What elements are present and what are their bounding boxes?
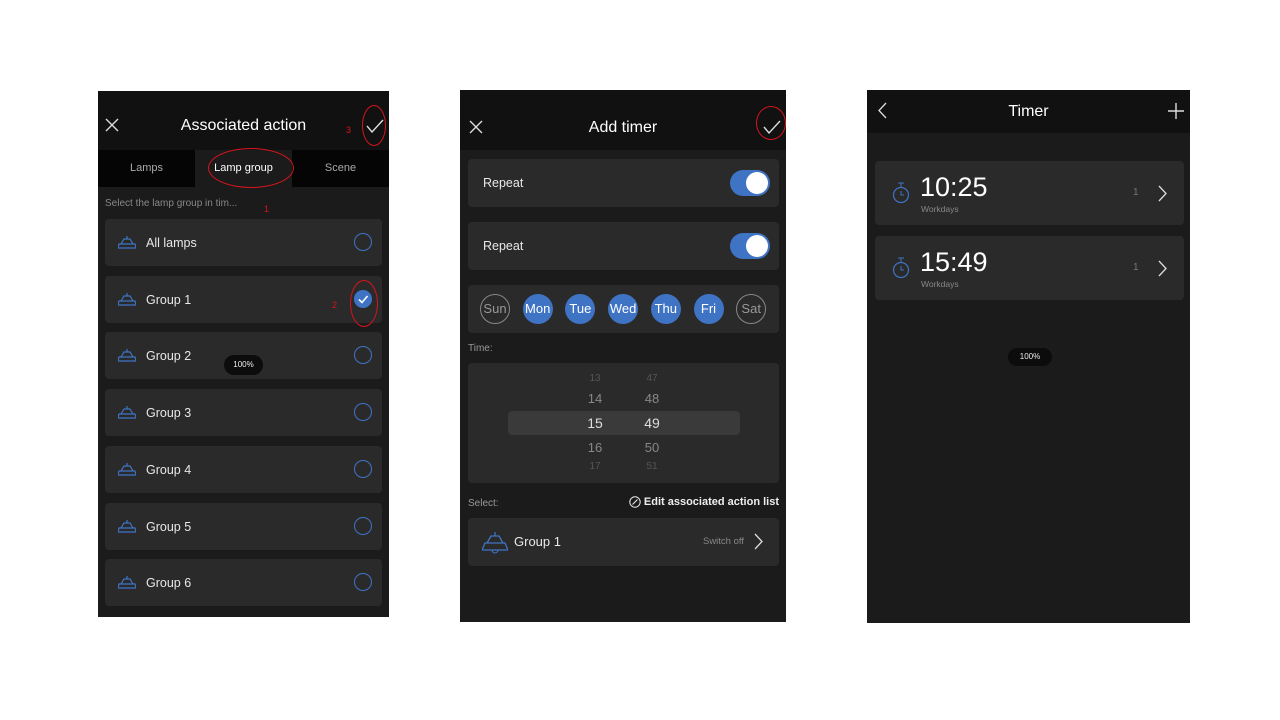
lamp-group-icon	[118, 575, 136, 591]
header: Timer	[867, 90, 1190, 133]
add-icon[interactable]	[1168, 103, 1184, 119]
repeat-label: Repeat	[483, 176, 524, 190]
weekday-selector: Sun Mon Tue Wed Thu Fri Sat	[468, 285, 779, 333]
annotation-ellipse-confirm	[362, 105, 386, 146]
repeat-row-2: Repeat	[468, 222, 779, 270]
hour-15[interactable]: 15	[580, 415, 610, 431]
radio-button[interactable]	[354, 459, 372, 478]
minute-49[interactable]: 49	[637, 415, 667, 431]
lamp-group-icon	[118, 235, 136, 251]
radio-button[interactable]	[354, 516, 372, 535]
annotation-number-2: 2	[332, 300, 338, 310]
edit-link-text: Edit associated action list	[643, 496, 779, 508]
timer-screen: Timer 10:25 Workdays 1 15:49 Workdays 1 …	[867, 90, 1190, 623]
zoom-toast: 100%	[1008, 348, 1052, 366]
annotation-circle-confirm	[756, 106, 786, 140]
day-wed[interactable]: Wed	[608, 294, 639, 324]
item-label: Group 3	[146, 406, 192, 421]
list-item[interactable]: Group 1	[105, 275, 382, 323]
radio-button[interactable]	[354, 573, 372, 592]
timer-time: 15:49	[920, 247, 988, 277]
hour-17[interactable]: 17	[580, 461, 610, 471]
annotation-number-1: 1	[264, 204, 270, 214]
hint-text: Select the lamp group in tim...	[105, 198, 238, 209]
lamp-group-icon	[482, 532, 508, 554]
header: Associated action	[98, 91, 389, 150]
item-label: Group 5	[146, 519, 192, 534]
list-item[interactable]: Group 5	[105, 502, 382, 550]
day-tue[interactable]: Tue	[565, 294, 596, 324]
day-fri[interactable]: Fri	[693, 294, 724, 324]
repeat-toggle[interactable]	[730, 233, 770, 259]
timer-item[interactable]: 10:25 Workdays 1	[875, 161, 1184, 225]
radio-button[interactable]	[354, 233, 372, 251]
select-label: Select:	[468, 498, 499, 509]
day-thu[interactable]: Thu	[650, 294, 681, 324]
timer-time: 10:25	[920, 172, 988, 202]
lamp-group-icon	[118, 405, 136, 421]
tab-lamps[interactable]: Lamps	[98, 150, 195, 187]
time-label: Time:	[468, 343, 493, 354]
timer-repeat: Workdays	[921, 279, 959, 289]
list-item[interactable]: All lamps	[105, 219, 382, 266]
action-value: Switch off	[702, 536, 744, 547]
list-item[interactable]: Group 6	[105, 559, 382, 607]
minute-50[interactable]: 50	[637, 440, 667, 455]
edit-icon	[629, 496, 641, 508]
stopwatch-icon	[892, 182, 910, 204]
item-label: Group 6	[146, 576, 192, 591]
item-label: Group 1	[146, 292, 192, 307]
lamp-group-icon	[118, 292, 136, 308]
annotation-ellipse-group1	[350, 280, 378, 327]
hour-14[interactable]: 14	[580, 391, 610, 406]
chevron-right-icon	[1158, 260, 1167, 277]
radio-button[interactable]	[354, 346, 372, 365]
group-action-row[interactable]: Group 1 Switch off	[468, 518, 779, 566]
lamp-group-icon	[118, 462, 136, 478]
item-label: Group 2	[146, 349, 192, 364]
action-count: 1	[1133, 187, 1139, 198]
minute-48[interactable]: 48	[637, 391, 667, 406]
item-label: All lamps	[146, 236, 197, 250]
group-label: Group 1	[514, 534, 561, 549]
timer-item[interactable]: 15:49 Workdays 1	[875, 236, 1184, 300]
lamp-group-icon	[118, 348, 136, 364]
hour-13[interactable]: 13	[580, 373, 610, 384]
list-item[interactable]: Group 3	[105, 389, 382, 437]
timer-repeat: Workdays	[921, 204, 959, 214]
picker-selection-band	[508, 411, 740, 435]
minute-51[interactable]: 51	[637, 461, 667, 471]
repeat-label: Repeat	[483, 239, 524, 253]
lamp-group-icon	[118, 519, 136, 535]
annotation-number-3: 3	[346, 125, 352, 135]
radio-button[interactable]	[354, 403, 372, 422]
page-title: Timer	[1008, 103, 1049, 120]
time-picker[interactable]: 13 14 15 16 17 47 48 49 50 51	[468, 363, 779, 483]
chevron-right-icon	[754, 533, 763, 550]
item-label: Group 4	[146, 462, 192, 477]
repeat-toggle[interactable]	[730, 170, 770, 196]
chevron-right-icon	[1158, 185, 1167, 202]
day-sun[interactable]: Sun	[480, 294, 510, 324]
zoom-toast: 100%	[224, 355, 263, 375]
repeat-row-1: Repeat	[468, 159, 779, 207]
tab-scene[interactable]: Scene	[292, 150, 389, 187]
minute-47[interactable]: 47	[637, 373, 667, 384]
day-sat[interactable]: Sat	[736, 294, 767, 324]
day-mon[interactable]: Mon	[522, 294, 553, 324]
action-count: 1	[1133, 262, 1139, 273]
hour-16[interactable]: 16	[580, 440, 610, 455]
page-title: Add timer	[588, 119, 658, 136]
annotation-ellipse-tab	[208, 148, 294, 188]
associated-action-screen: Associated action Lamps Lamp group Scene…	[98, 91, 389, 617]
stopwatch-icon	[892, 257, 910, 279]
edit-action-list-link[interactable]: Edit associated action list	[629, 496, 779, 508]
list-item[interactable]: Group 4	[105, 445, 382, 493]
add-timer-screen: Add timer Repeat Repeat Sun Mon Tue Wed Thu F…	[460, 90, 786, 622]
header: Add timer	[460, 90, 786, 150]
